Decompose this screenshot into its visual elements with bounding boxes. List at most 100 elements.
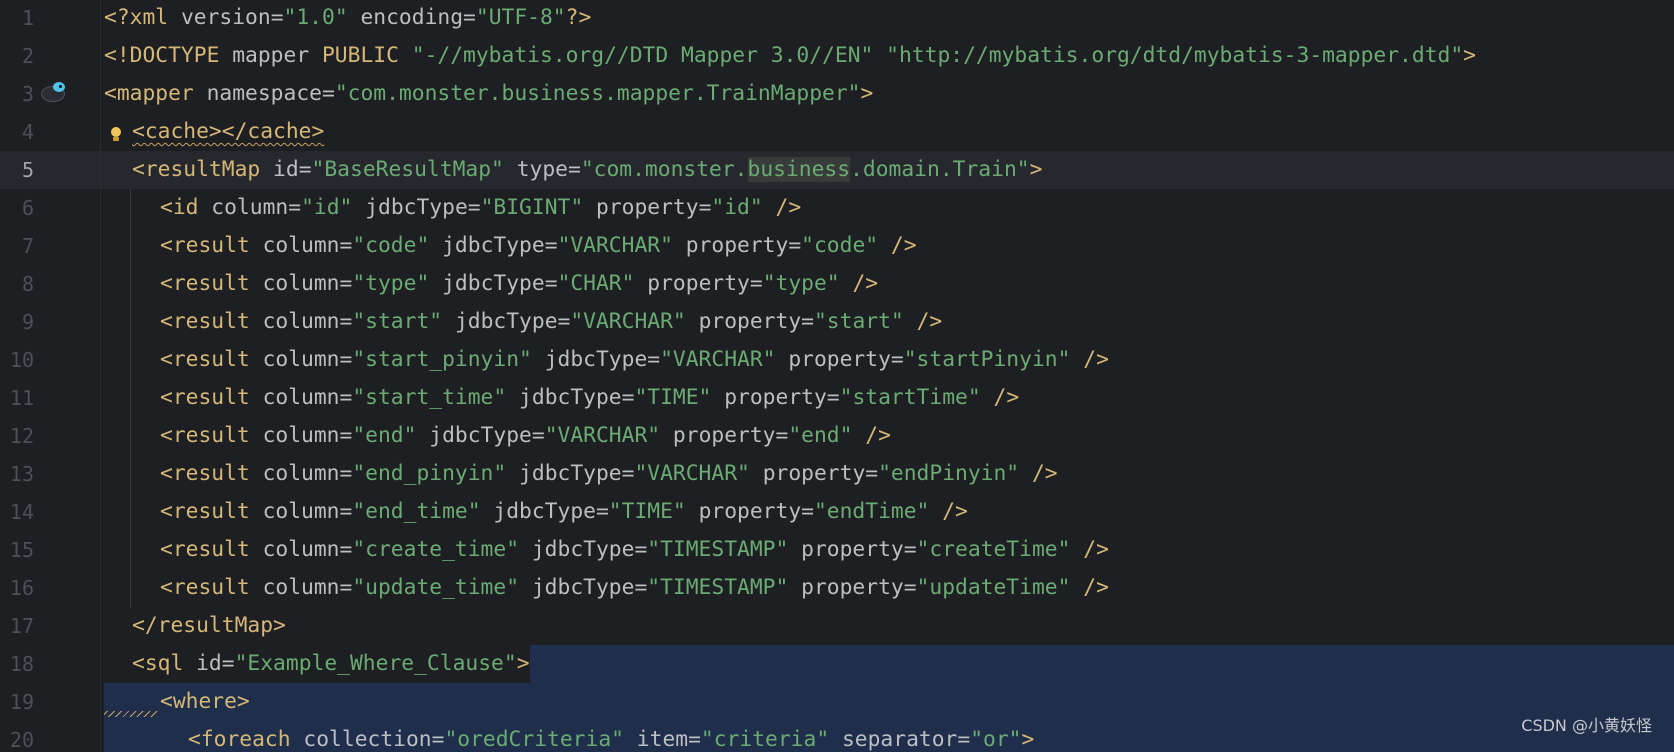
code-line[interactable]: 6 <id column="id" jdbcType="BIGINT" prope… — [0, 189, 1674, 227]
code-text: <cache></cache> — [132, 113, 324, 151]
line-number[interactable]: 1 — [0, 0, 34, 37]
line-number[interactable]: 7 — [0, 227, 34, 265]
code-text: <foreach collection="oredCriteria" item=… — [188, 721, 1034, 752]
line-number[interactable]: 17 — [0, 607, 34, 645]
code-token: jdbcType — [454, 309, 558, 334]
code-token: "VARCHAR" — [557, 233, 673, 258]
line-number[interactable]: 5 — [0, 151, 34, 189]
code-token: > — [860, 81, 874, 106]
code-text: <result column="code" jdbcType="VARCHAR"… — [160, 227, 917, 265]
code-token: property — [788, 347, 891, 372]
mybatis-bird-gutter-icon[interactable] — [39, 80, 67, 102]
code-text: <result column="end_pinyin" jdbcType="VA… — [160, 455, 1058, 493]
code-token: jdbcType — [365, 195, 468, 220]
code-token: version — [180, 5, 271, 30]
code-line[interactable]: 10 <result column="start_pinyin" jdbcType… — [0, 341, 1674, 379]
line-number[interactable]: 13 — [0, 455, 34, 493]
code-line[interactable]: 8 <result column="type" jdbcType="CHAR" p… — [0, 265, 1674, 303]
code-line[interactable]: 14 <result column="end_time" jdbcType="TI… — [0, 493, 1674, 531]
code-text: <id column="id" jdbcType="BIGINT" proper… — [160, 189, 801, 227]
code-line[interactable]: 11 <result column="start_time" jdbcType="… — [0, 379, 1674, 417]
selection-highlight — [104, 683, 1674, 721]
line-number[interactable]: 9 — [0, 303, 34, 341]
code-token: = — [621, 385, 635, 410]
line-number[interactable]: 15 — [0, 531, 34, 569]
code-text: <mapper namespace="com.monster.business.… — [104, 75, 873, 113]
code-token: type — [516, 157, 568, 182]
code-token: = — [321, 81, 335, 106]
code-token: property — [698, 309, 802, 334]
code-token: /> — [916, 309, 943, 334]
code-line[interactable]: 15 <result column="create_time" jdbcType=… — [0, 531, 1674, 569]
code-token: "VARCHAR" — [634, 461, 750, 486]
line-number[interactable]: 4 — [0, 113, 34, 151]
line-number[interactable]: 20 — [0, 721, 34, 752]
code-token: "VARCHAR" — [544, 423, 661, 448]
code-token: "TIME" — [634, 385, 712, 410]
code-token: = — [595, 499, 609, 524]
code-token: jdbcType — [493, 499, 596, 524]
code-token: = — [339, 233, 353, 258]
line-number[interactable]: 10 — [0, 341, 34, 379]
code-token: "TIMESTAMP" — [647, 575, 789, 600]
code-token: mapper — [232, 43, 322, 68]
code-token: = — [557, 309, 571, 334]
line-number[interactable]: 2 — [0, 37, 34, 75]
line-number[interactable]: 8 — [0, 265, 34, 303]
intention-bulb-icon[interactable] — [110, 127, 122, 143]
code-token: property — [762, 461, 866, 486]
code-token: <result — [160, 347, 263, 372]
code-line[interactable]: 16 <result column="update_time" jdbcType=… — [0, 569, 1674, 607]
code-token: "createTime" — [916, 537, 1071, 562]
line-number[interactable]: 14 — [0, 493, 34, 531]
line-number[interactable]: 16 — [0, 569, 34, 607]
code-line[interactable]: 5 <resultMap id="BaseResultMap" type="com… — [0, 151, 1674, 189]
code-token: "-//mybatis.org//DTD Mapper 3.0//EN" — [411, 43, 874, 68]
code-token: jdbcType — [519, 385, 622, 410]
code-line[interactable]: 3 <mapper namespace="com.monster.business… — [0, 75, 1674, 113]
code-token: jdbcType — [544, 347, 648, 372]
line-number[interactable]: 19 — [0, 683, 34, 721]
code-token: = — [826, 385, 840, 410]
code-token: property — [596, 195, 699, 220]
code-line[interactable]: 13 <result column="end_pinyin" jdbcType="… — [0, 455, 1674, 493]
line-number[interactable]: 12 — [0, 417, 34, 455]
code-token: "1.0" — [283, 5, 348, 30]
code-token: "BaseResultMap" — [311, 157, 504, 182]
code-token: <result — [160, 271, 263, 296]
code-line[interactable]: 19 <where> — [0, 683, 1674, 721]
code-editor[interactable]: 1 <?xml version="1.0" encoding="UTF-8"?> 2… — [0, 0, 1674, 752]
line-number[interactable]: 6 — [0, 189, 34, 227]
code-token: = — [647, 347, 661, 372]
code-token: = — [431, 727, 445, 752]
code-text: <sql id="Example_Where_Clause"> — [132, 645, 530, 683]
code-token: /> — [865, 423, 891, 448]
code-token: = — [890, 347, 904, 372]
code-text: <?xml version="1.0" encoding="UTF-8"?> — [104, 0, 591, 37]
code-token: "update_time" — [352, 575, 520, 600]
line-number[interactable]: 3 — [0, 75, 34, 113]
code-line[interactable]: 20 <foreach collection="oredCriteria" ite… — [0, 721, 1674, 752]
code-line[interactable]: 17 </resultMap> — [0, 607, 1674, 645]
line-number[interactable]: 11 — [0, 379, 34, 417]
code-line[interactable]: 1 <?xml version="1.0" encoding="UTF-8"?> — [0, 0, 1674, 37]
line-number[interactable]: 18 — [0, 645, 34, 683]
code-line[interactable]: 7 <result column="code" jdbcType="VARCHAR… — [0, 227, 1674, 265]
code-token: "start_time" — [352, 385, 507, 410]
code-token: jdbcType — [442, 233, 545, 258]
code-line[interactable]: 12 <result column="end" jdbcType="VARCHAR… — [0, 417, 1674, 455]
code-line[interactable]: 4 <cache></cache> — [0, 113, 1674, 151]
code-token: "endPinyin" — [878, 461, 1020, 486]
code-token: "start" — [813, 309, 904, 334]
code-token: <cache></cache> — [132, 119, 325, 144]
code-line[interactable]: 18 <sql id="Example_Where_Clause"> — [0, 645, 1674, 683]
code-line[interactable]: 2 <!DOCTYPE mapper PUBLIC "-//mybatis.org… — [0, 37, 1674, 75]
code-line[interactable]: 9 <result column="start" jdbcType="VARCHA… — [0, 303, 1674, 341]
